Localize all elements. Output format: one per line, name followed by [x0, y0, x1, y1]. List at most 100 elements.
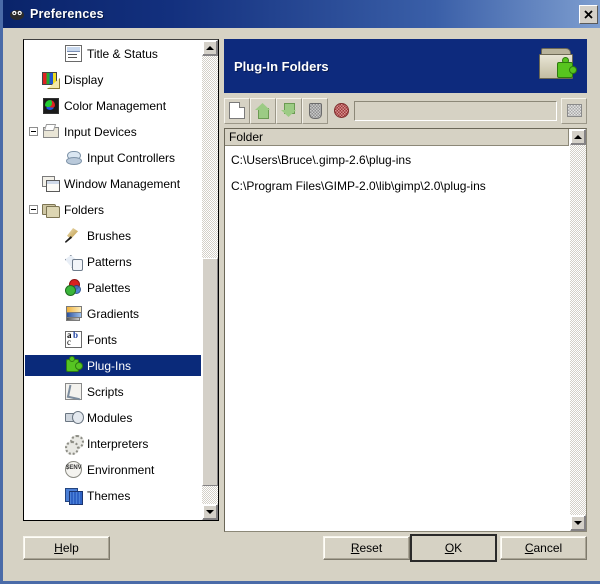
sidebar-item-label: Patterns [87, 254, 132, 269]
folder-list[interactable]: Folder C:\Users\Bruce\.gimp-2.6\plug-ins… [224, 128, 587, 532]
move-up-button[interactable] [250, 97, 276, 124]
help-button-mnemonic: H [54, 541, 63, 555]
fonts-icon: c [65, 330, 82, 348]
title-status-icon [65, 45, 82, 62]
sidebar-item-environment[interactable]: Environment [25, 459, 201, 480]
folder-path-label: C:\Program Files\GIMP-2.0\lib\gimp\2.0\p… [231, 179, 486, 193]
preferences-window: Preferences Title & Status Display Color M… [0, 0, 600, 584]
gimp-wilber-icon [9, 6, 25, 22]
chevron-down-icon [574, 521, 582, 525]
sidebar-item-input-devices[interactable]: Input Devices [25, 121, 201, 142]
sidebar-scrollbar-thumb[interactable] [202, 258, 218, 486]
sidebar-item-title-status[interactable]: Title & Status [25, 43, 201, 64]
sidebar-item-label: Interpreters [87, 436, 149, 451]
sidebar-item-label: Themes [87, 488, 131, 503]
ok-button[interactable]: OK [410, 534, 497, 562]
sidebar-item-label: Color Management [64, 98, 167, 113]
palettes-icon [65, 279, 82, 296]
cancel-button-label: ancel [533, 541, 563, 555]
help-button[interactable]: Help [23, 536, 110, 560]
window-title: Preferences [30, 7, 104, 21]
sidebar-item-scripts[interactable]: Scripts [25, 381, 201, 402]
modules-icon [65, 409, 84, 426]
sidebar-item-label: Window Management [64, 176, 181, 191]
expander-collapse-icon[interactable] [29, 205, 38, 214]
preferences-category-tree[interactable]: Title & Status Display Color Management Inp… [23, 39, 219, 521]
help-button-label: elp [62, 541, 79, 555]
sidebar-item-display[interactable]: Display [25, 69, 201, 90]
interpreters-icon [65, 435, 84, 455]
sidebar-item-label: Environment [87, 462, 155, 477]
sidebar-item-themes[interactable]: Themes [25, 485, 201, 506]
window-titlebar[interactable]: Preferences [3, 0, 600, 28]
sidebar-scroll-up-button[interactable] [202, 40, 218, 56]
sidebar-item-patterns[interactable]: Patterns [25, 251, 201, 272]
environment-icon [65, 461, 82, 478]
trash-icon [308, 102, 322, 119]
sidebar-item-palettes[interactable]: Palettes [25, 277, 201, 298]
sidebar-item-label: Title & Status [87, 46, 158, 61]
close-icon[interactable] [579, 4, 598, 24]
sidebar-item-label: Brushes [87, 228, 132, 243]
folder-column-header-label: Folder [229, 130, 264, 144]
patterns-icon [65, 253, 83, 271]
folder-list-body[interactable]: C:\Users\Bruce\.gimp-2.6\plug-ins C:\Prog… [225, 147, 569, 531]
sidebar-item-label: Input Devices [64, 124, 137, 139]
folder-browse-icon [566, 104, 582, 117]
sidebar-item-interpreters[interactable]: Interpreters [25, 433, 201, 455]
scripts-icon [65, 383, 82, 400]
ok-button-label: K [454, 541, 463, 555]
sidebar-item-fonts[interactable]: c Fonts [25, 329, 201, 350]
expander-collapse-icon[interactable] [29, 127, 38, 136]
folder-list-scroll-down-button[interactable] [570, 515, 586, 531]
move-down-button[interactable] [276, 97, 302, 124]
window-management-icon [42, 175, 60, 192]
chevron-down-icon [206, 510, 214, 514]
folder-list-scrollbar[interactable] [570, 129, 586, 531]
cancel-button[interactable]: Cancel [500, 536, 587, 560]
sidebar-item-label: Gradients [87, 306, 140, 321]
folder-toolbar [224, 97, 587, 124]
sidebar-item-color-management[interactable]: Color Management [25, 95, 201, 116]
folder-path-input[interactable] [354, 100, 557, 121]
folder-list-row[interactable]: C:\Program Files\GIMP-2.0\lib\gimp\2.0\p… [225, 173, 569, 199]
sidebar-item-label: Modules [87, 410, 133, 425]
arrow-up-icon [255, 102, 271, 119]
sidebar-scrollbar[interactable] [202, 40, 218, 520]
delete-folder-button[interactable] [302, 97, 328, 124]
sidebar-item-label: Scripts [87, 384, 124, 399]
input-controllers-icon [65, 149, 82, 166]
folder-status-indicator [334, 103, 349, 118]
arrow-down-icon [281, 102, 297, 119]
pane-header: Plug-In Folders [224, 39, 587, 93]
themes-icon [65, 487, 83, 505]
sidebar-item-window-management[interactable]: Window Management [25, 173, 201, 194]
chevron-up-icon [574, 135, 582, 139]
sidebar-item-brushes[interactable]: Brushes [25, 225, 201, 246]
sidebar-item-label: Fonts [87, 332, 118, 347]
sidebar-item-plug-ins[interactable]: Plug-Ins [25, 355, 201, 376]
new-folder-button[interactable] [224, 97, 250, 124]
ok-button-mnemonic: O [444, 541, 455, 555]
new-document-icon [229, 102, 245, 119]
folder-path-label: C:\Users\Bruce\.gimp-2.6\plug-ins [231, 153, 412, 167]
dialog-client-area: Title & Status Display Color Management Inp… [6, 28, 600, 581]
chevron-up-icon [206, 46, 214, 50]
plug-ins-icon [65, 356, 83, 374]
folder-list-row[interactable]: C:\Users\Bruce\.gimp-2.6\plug-ins [225, 147, 569, 173]
reset-button-mnemonic: R [350, 541, 360, 555]
browse-folder-button[interactable] [561, 97, 587, 124]
sidebar-item-input-controllers[interactable]: Input Controllers [25, 147, 201, 168]
sidebar-item-label: Plug-Ins [87, 358, 132, 373]
color-management-icon [42, 97, 59, 114]
folder-list-scroll-up-button[interactable] [570, 129, 586, 145]
sidebar-item-gradients[interactable]: Gradients [25, 303, 201, 324]
folder-with-plugin-icon [535, 46, 581, 86]
sidebar-item-modules[interactable]: Modules [25, 407, 201, 428]
folder-column-header[interactable]: Folder [225, 129, 569, 146]
reset-button[interactable]: Reset [323, 536, 410, 560]
sidebar-item-label: Display [64, 72, 104, 87]
gradients-icon [65, 305, 82, 322]
sidebar-scroll-down-button[interactable] [202, 504, 218, 520]
sidebar-item-folders[interactable]: Folders [25, 199, 201, 220]
